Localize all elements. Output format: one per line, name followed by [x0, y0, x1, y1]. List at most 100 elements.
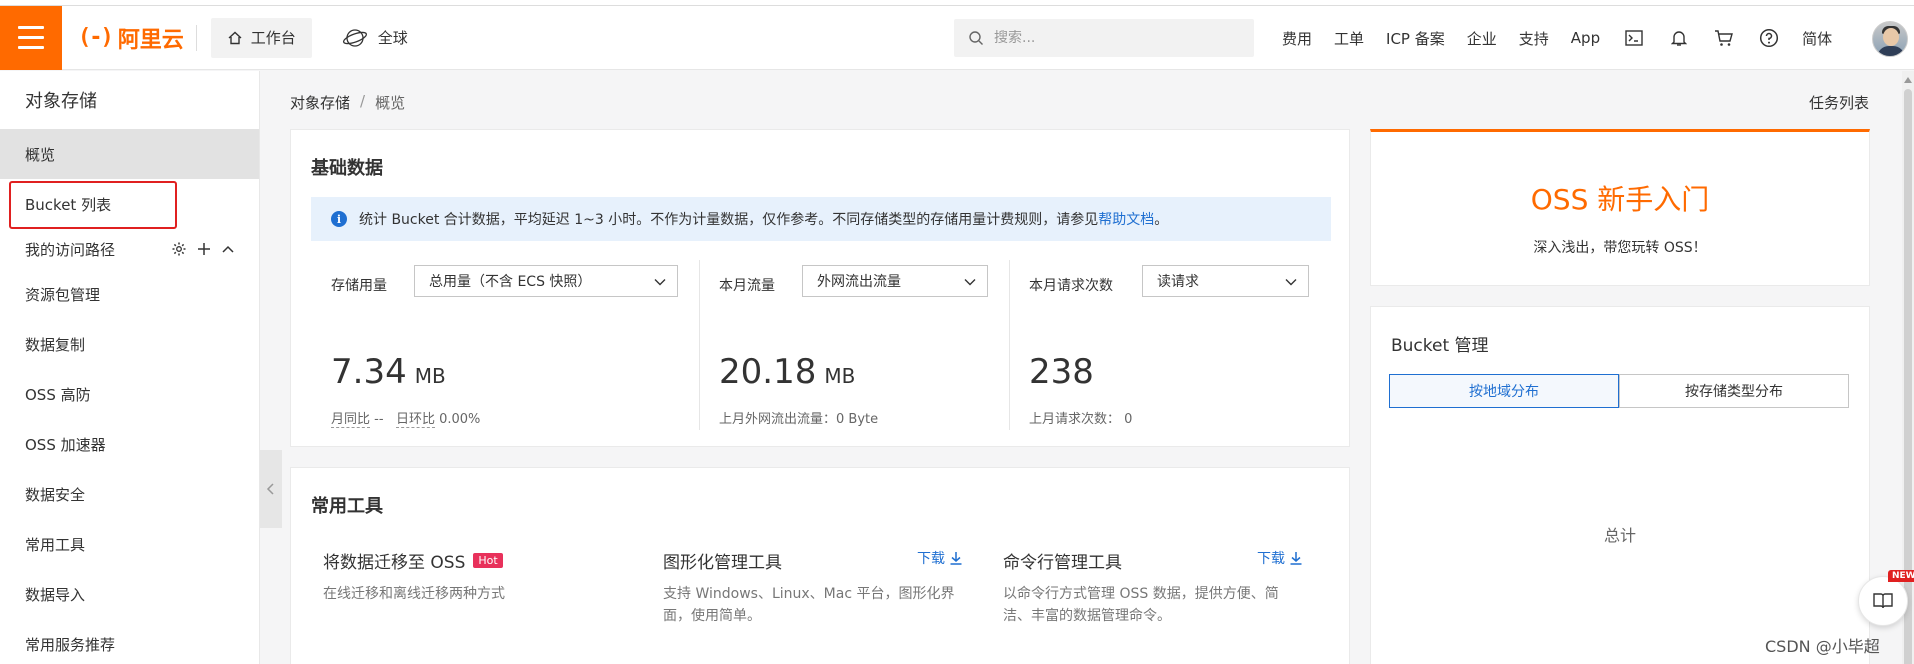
- tab-by-region[interactable]: 按地域分布: [1389, 374, 1619, 408]
- language-switch[interactable]: 简体: [1802, 28, 1832, 49]
- nav-support[interactable]: 支持: [1519, 28, 1549, 49]
- tool-cli[interactable]: 命令行管理工具 以命令行方式管理 OSS 数据，提供方便、简洁、丰富的数据管理命…: [1003, 548, 1303, 627]
- chevron-down-icon: [654, 279, 666, 286]
- storage-value: 7.34: [331, 352, 407, 392]
- sidebar-item-oss-accelerator[interactable]: OSS 加速器: [0, 419, 259, 469]
- avatar-body: [1877, 46, 1905, 56]
- tool-description: 以命令行方式管理 OSS 数据，提供方便、简洁、丰富的数据管理命令。: [1003, 586, 1279, 624]
- breadcrumb-root[interactable]: 对象存储: [290, 92, 350, 113]
- region-selector[interactable]: 全球: [342, 27, 408, 48]
- task-list-link[interactable]: 任务列表: [1809, 92, 1869, 113]
- sidebar-item-data-security[interactable]: 数据安全: [0, 469, 259, 519]
- sidebar-item-common-tools[interactable]: 常用工具: [0, 519, 259, 569]
- sidebar-item-data-import[interactable]: 数据导入: [0, 569, 259, 619]
- traffic-label: 本月流量: [719, 278, 775, 294]
- getting-started-subtitle: 深入浅出，带您玩转 OSS！: [1533, 240, 1707, 256]
- plus-icon[interactable]: [197, 242, 211, 256]
- sidebar-group-access-path: 我的访问路径: [0, 229, 259, 269]
- workbench-label: 工作台: [250, 29, 296, 47]
- gear-icon[interactable]: [171, 241, 187, 257]
- cart-icon[interactable]: [1712, 26, 1736, 50]
- nav-tickets[interactable]: 工单: [1334, 28, 1364, 49]
- sidebar-item-recommended-services[interactable]: 常用服务推荐: [0, 619, 259, 664]
- tool-description: 支持 Windows、Linux、Mac 平台，图形化界面，使用简单。: [663, 586, 955, 624]
- traffic-stat: 本月流量 外网流出流量 20.18 MB 上月外网流出流量：0 Byte: [719, 260, 989, 430]
- storage-value-display: 7.34 MB: [331, 352, 446, 392]
- tool-description: 在线迁移和离线迁移两种方式: [323, 586, 505, 602]
- storage-label: 存储用量: [331, 278, 387, 294]
- sidebar: 对象存储 概览 Bucket 列表 我的访问路径 资源包管理 数据复制 OSS …: [0, 71, 260, 664]
- chevron-left-icon: [266, 483, 274, 495]
- logo-text: 阿里云: [117, 27, 184, 53]
- traffic-value-display: 20.18 MB: [719, 352, 855, 392]
- request-type-select[interactable]: 读请求: [1142, 265, 1309, 297]
- getting-started-card[interactable]: OSS 新手入门 深入浅出，带您玩转 OSS！: [1370, 129, 1870, 286]
- new-badge: NEW: [1888, 570, 1914, 582]
- hamburger-menu-button[interactable]: [0, 5, 62, 70]
- nav-fees[interactable]: 费用: [1282, 28, 1312, 49]
- dod-value: 0.00%: [439, 412, 481, 427]
- globe-icon: [342, 28, 367, 47]
- region-label: 全球: [377, 29, 408, 47]
- sidebar-group-tools: [171, 241, 235, 257]
- breadcrumb-current: 概览: [375, 94, 406, 112]
- divider: [195, 24, 197, 51]
- sidebar-collapse-button[interactable]: [260, 450, 282, 528]
- gui-download-link[interactable]: 下载: [917, 548, 963, 568]
- basic-data-title: 基础数据: [311, 158, 383, 179]
- total-label: 总计: [1603, 526, 1636, 545]
- hot-badge: Hot: [473, 553, 503, 568]
- avatar-face: [1883, 28, 1899, 46]
- mom-value: --: [374, 412, 384, 427]
- terminal-icon[interactable]: [1622, 26, 1646, 50]
- notice-text: 统计 Bucket 合计数据，平均延迟 1~3 小时。不作为计量数据，仅作参考。…: [359, 212, 1099, 228]
- traffic-last-month: 上月外网流出流量：0 Byte: [719, 412, 879, 427]
- bucket-management-title: Bucket 管理: [1391, 336, 1489, 356]
- nav-app[interactable]: App: [1571, 29, 1600, 47]
- tab-by-storage-class[interactable]: 按存储类型分布: [1619, 374, 1849, 408]
- requests-label: 本月请求次数: [1029, 278, 1113, 294]
- cli-download-link[interactable]: 下载: [1257, 548, 1303, 568]
- user-avatar[interactable]: [1872, 21, 1908, 57]
- download-icon: [950, 552, 962, 565]
- nav-enterprise[interactable]: 企业: [1467, 28, 1497, 49]
- menu-line: [18, 46, 44, 49]
- help-doc-link[interactable]: 帮助文档: [1098, 209, 1154, 229]
- traffic-value: 20.18: [719, 352, 817, 392]
- storage-type-select[interactable]: 总用量（不含 ECS 快照）: [414, 265, 678, 297]
- sidebar-item-overview[interactable]: 概览: [0, 129, 259, 179]
- breadcrumb-separator: /: [360, 92, 366, 110]
- sidebar-item-oss-ddos[interactable]: OSS 高防: [0, 369, 259, 419]
- sidebar-group-label: 我的访问路径: [25, 240, 116, 259]
- scroll-up-arrow[interactable]: [1904, 77, 1912, 83]
- chevron-up-icon[interactable]: [221, 242, 235, 256]
- tool-migrate[interactable]: 将数据迁移至 OSS Hot 在线迁移和离线迁移两种方式: [323, 548, 623, 605]
- storage-select-value: 总用量（不含 ECS 快照）: [429, 274, 592, 290]
- search-input[interactable]: [994, 30, 1234, 46]
- notice-end: 。: [1154, 212, 1169, 228]
- aliyun-logo-icon: (-): [78, 25, 114, 50]
- tool-title: 将数据迁移至 OSS: [323, 553, 466, 573]
- divider: [1009, 260, 1010, 430]
- sidebar-item-resource-pack[interactable]: 资源包管理: [0, 269, 259, 319]
- search-box[interactable]: [954, 19, 1254, 57]
- book-icon: [1873, 593, 1893, 609]
- feedback-float-button[interactable]: [1858, 576, 1908, 626]
- traffic-unit: MB: [824, 364, 856, 388]
- help-icon[interactable]: [1757, 26, 1781, 50]
- nav-icp[interactable]: ICP 备案: [1386, 28, 1445, 49]
- traffic-type-select[interactable]: 外网流出流量: [802, 265, 988, 297]
- aliyun-logo[interactable]: (-) 阿里云: [78, 6, 184, 70]
- workbench-button[interactable]: 工作台: [210, 17, 312, 58]
- sidebar-title: 对象存储: [25, 91, 97, 112]
- tool-gui[interactable]: 图形化管理工具 支持 Windows、Linux、Mac 平台，图形化界面，使用…: [663, 548, 963, 627]
- bell-icon[interactable]: [1667, 26, 1691, 50]
- getting-started-title: OSS 新手入门: [1530, 183, 1710, 216]
- breadcrumb: 对象存储 / 概览: [290, 92, 405, 113]
- chevron-down-icon: [964, 279, 976, 286]
- storage-compare: 月同比 -- 日环比 0.00%: [331, 408, 481, 428]
- sidebar-item-data-replication[interactable]: 数据复制: [0, 319, 259, 369]
- common-tools-card: 常用工具 将数据迁移至 OSS Hot 在线迁移和离线迁移两种方式 图形化管理工…: [290, 467, 1350, 664]
- menu-line: [18, 26, 44, 29]
- menu-line: [18, 36, 44, 39]
